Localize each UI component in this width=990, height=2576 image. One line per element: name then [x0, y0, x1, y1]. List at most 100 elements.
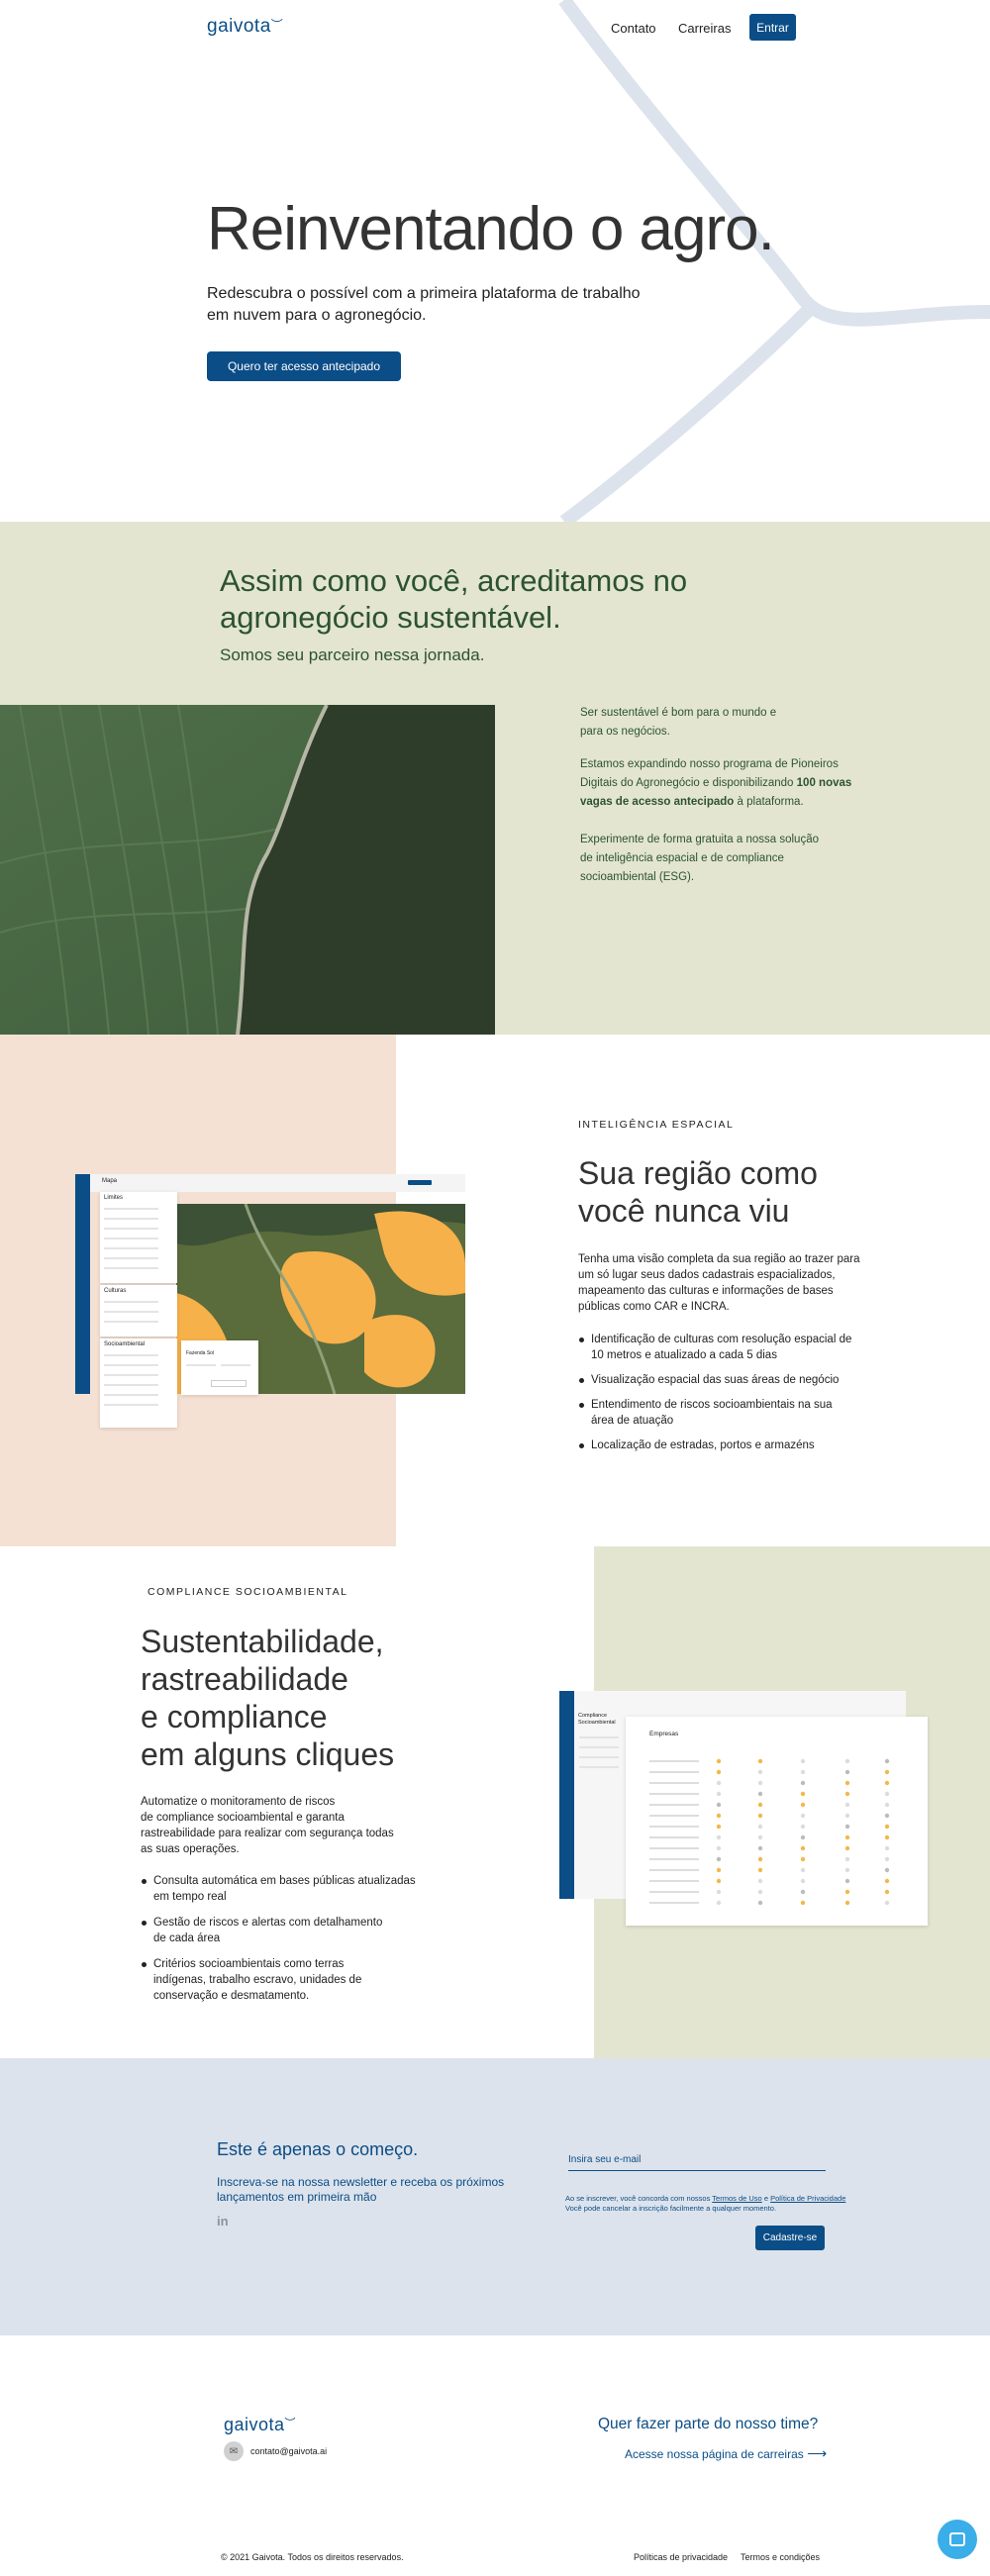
- mock-table-cell: [884, 1856, 890, 1862]
- chat-widget-button[interactable]: [938, 2520, 977, 2559]
- mock-table-row: [649, 1836, 699, 1838]
- consent-text: Ao se inscrever, você concorda com nosso…: [565, 2194, 846, 2213]
- mock-table-row: [649, 1869, 699, 1871]
- privacy-link[interactable]: Política de Privacidade: [770, 2194, 845, 2203]
- mock-table-cell: [716, 1780, 722, 1786]
- mock-table-cell: [844, 1802, 850, 1808]
- privacy-policy-link[interactable]: Políticas de privacidade: [634, 2552, 728, 2562]
- careers-link[interactable]: Acesse nossa página de carreiras ⟶: [625, 2445, 827, 2462]
- spatial-title: Sua região como você nunca viu: [578, 1155, 818, 1229]
- mock-table-cell: [884, 1900, 890, 1906]
- mock-table-cell: [716, 1878, 722, 1884]
- mock-table-cell: [800, 1834, 806, 1840]
- mock-table-row: [649, 1804, 699, 1806]
- mock-sidebar-title: Compliance Socioambiental: [578, 1713, 616, 1726]
- list-item: Localização de estradas, portos e armazé…: [578, 1437, 905, 1453]
- mock-table-row: [649, 1826, 699, 1828]
- mock-table-cell: [844, 1845, 850, 1851]
- mock-table-cell: [884, 1889, 890, 1895]
- mock-table-cell: [844, 1813, 850, 1819]
- mock-table-cell: [844, 1889, 850, 1895]
- list-item: Consulta automática em bases públicas at…: [141, 1873, 447, 1905]
- mock-table-cell: [800, 1769, 806, 1775]
- terms-link[interactable]: Termos e condições: [741, 2552, 820, 2562]
- mock-title: Mapa: [102, 1178, 118, 1184]
- mock-table-cell: [716, 1813, 722, 1819]
- mock-table-cell: [757, 1845, 763, 1851]
- aerial-farm-photo: [0, 705, 495, 1035]
- mock-table-cell: [800, 1824, 806, 1830]
- mock-table-cell: [716, 1802, 722, 1808]
- mock-table-row: [649, 1815, 699, 1817]
- mock-table-cell: [716, 1824, 722, 1830]
- mock-table-cell: [800, 1867, 806, 1873]
- mock-table-card: Empresas: [626, 1717, 928, 1926]
- sustainable-subtitle: Somos seu parceiro nessa jornada.: [220, 645, 485, 664]
- mock-table-cell: [757, 1856, 763, 1862]
- login-button[interactable]: Entrar: [749, 14, 796, 41]
- newsletter-section: Este é apenas o começo. Inscreva-se na n…: [0, 2058, 990, 2335]
- mock-table-cell: [757, 1878, 763, 1884]
- early-access-button[interactable]: Quero ter acesso antecipado: [207, 351, 401, 381]
- nav-contato[interactable]: Contato: [611, 21, 656, 36]
- newsletter-title: Este é apenas o começo.: [217, 2139, 419, 2159]
- compliance-bullets: Consulta automática em bases públicas at…: [141, 1873, 447, 2013]
- compliance-app-mockup: Compliance Socioambiental Empresas: [559, 1691, 928, 1926]
- newsletter-subtitle: Inscreva-se na nossa newsletter e receba…: [217, 2175, 505, 2204]
- mock-table-cell: [800, 1878, 806, 1884]
- mock-panel-socioambiental: Socioambiental: [100, 1338, 177, 1428]
- mock-table-cell: [800, 1758, 806, 1764]
- subscribe-button[interactable]: Cadastre-se: [755, 2226, 825, 2250]
- mock-table-cell: [844, 1856, 850, 1862]
- compliance-eyebrow: COMPLIANCE SOCIOAMBIENTAL: [148, 1586, 348, 1598]
- sustainable-text-2: Estamos expandindo nosso programa de Pio…: [580, 758, 852, 808]
- mock-table-cell: [884, 1834, 890, 1840]
- linkedin-icon[interactable]: in: [217, 2214, 229, 2229]
- mock-table-cell: [844, 1791, 850, 1797]
- mock-table-cell: [716, 1856, 722, 1862]
- mock-popup: Fazenda Sol: [181, 1340, 258, 1395]
- mock-table-cell: [884, 1780, 890, 1786]
- hero-subtitle: Redescubra o possível com a primeira pla…: [207, 285, 641, 324]
- mock-table-cell: [757, 1834, 763, 1840]
- sustainable-section: Assim como você, acreditamos no agronegó…: [0, 522, 990, 1035]
- mock-table-cell: [884, 1845, 890, 1851]
- mock-table-cell: [844, 1867, 850, 1873]
- mock-table-cell: [800, 1813, 806, 1819]
- mock-table-cell: [884, 1758, 890, 1764]
- mock-panel-limites: Limites: [100, 1192, 177, 1283]
- footer-email[interactable]: contato@gaivota.ai: [250, 2446, 327, 2456]
- mock-sidebar: [559, 1691, 574, 1899]
- footer-logo[interactable]: gaivota︶: [224, 2415, 296, 2435]
- mock-table-cell: [757, 1824, 763, 1830]
- terms-link[interactable]: Termos de Uso: [712, 2194, 761, 2203]
- list-item: Visualização espacial das suas áreas de …: [578, 1372, 905, 1388]
- list-item: Gestão de riscos e alertas com detalhame…: [141, 1915, 447, 1946]
- sustainable-title: Assim como você, acreditamos no agronegó…: [220, 563, 688, 635]
- mock-table-cell: [757, 1791, 763, 1797]
- sustainable-text-1: Ser sustentável é bom para o mundo e par…: [580, 707, 777, 738]
- mock-table-row: [649, 1902, 699, 1904]
- mock-table-cell: [757, 1867, 763, 1873]
- mock-table-cell: [884, 1878, 890, 1884]
- map-app-mockup: Mapa Limites Culturas Socioambiental Faz…: [75, 1174, 465, 1428]
- list-item: Identificação de culturas com resolução …: [578, 1332, 905, 1363]
- mock-table-cell: [716, 1900, 722, 1906]
- mock-table-cell: [757, 1802, 763, 1808]
- mock-table-cell: [716, 1889, 722, 1895]
- mock-table-row: [649, 1771, 699, 1773]
- nav-carreiras[interactable]: Carreiras: [678, 21, 731, 36]
- mock-table-cell: [757, 1769, 763, 1775]
- logo[interactable]: gaivota︶: [207, 16, 283, 38]
- mock-table-cell: [757, 1780, 763, 1786]
- mock-table-cell: [757, 1889, 763, 1895]
- mock-table-cell: [800, 1780, 806, 1786]
- compliance-title: Sustentabilidade, rastreabilidade e comp…: [141, 1624, 395, 1772]
- mock-panel-culturas: Culturas: [100, 1285, 177, 1337]
- spatial-body: Tenha uma visão completa da sua região a…: [578, 1253, 860, 1313]
- mock-table-cell: [800, 1845, 806, 1851]
- mock-table-cell: [800, 1889, 806, 1895]
- mock-table-cell: [844, 1824, 850, 1830]
- email-field[interactable]: Insira seu e-mail: [568, 2149, 826, 2171]
- mock-table-cell: [757, 1813, 763, 1819]
